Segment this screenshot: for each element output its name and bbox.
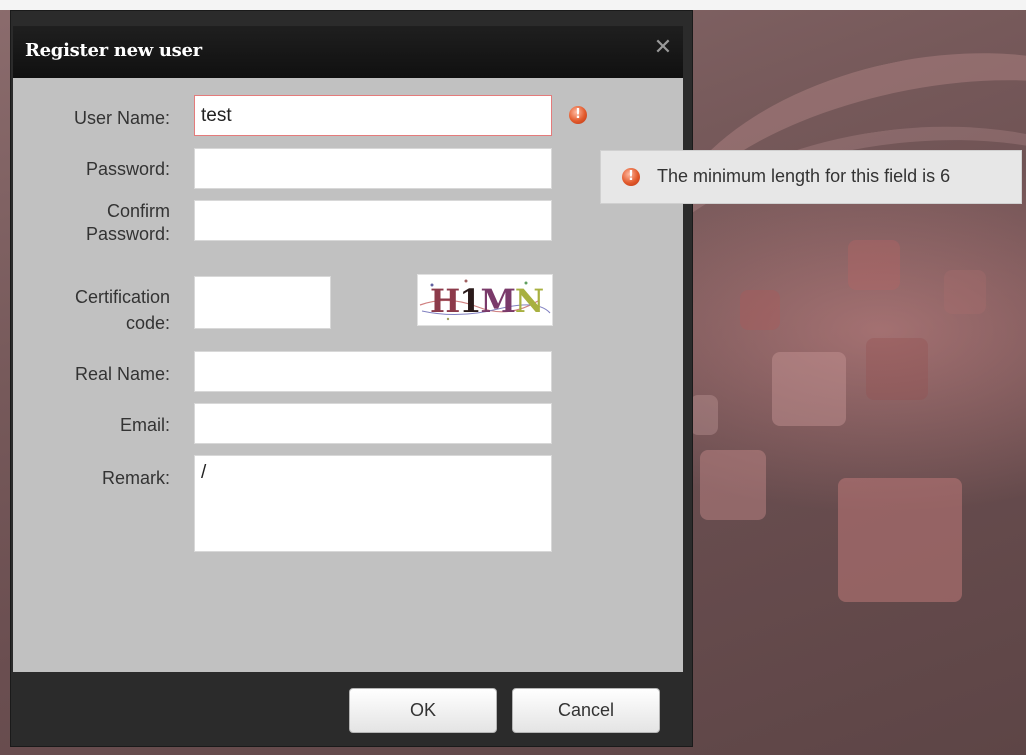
form-panel: User Name: ! Password: Confirm Password:… <box>13 78 683 672</box>
captcha-char: N <box>514 282 544 320</box>
username-label: User Name: <box>73 108 170 128</box>
confirm-password-label-line2: Password: <box>85 224 170 244</box>
captcha-char: M <box>480 282 516 320</box>
background-square <box>848 240 900 290</box>
error-icon: ! <box>569 106 587 124</box>
ok-button[interactable]: OK <box>349 688 497 733</box>
dialog-titlebar[interactable]: Register new user ✕ <box>13 26 683 78</box>
dialog-title: Register new user <box>25 40 202 61</box>
confirm-password-label-line1: Confirm <box>106 201 170 221</box>
close-icon[interactable]: ✕ <box>651 36 675 60</box>
background-square <box>866 338 928 400</box>
validation-message: The minimum length for this field is 6 <box>657 166 951 186</box>
background-square <box>740 290 780 330</box>
captcha-image[interactable]: H1MN <box>417 274 553 326</box>
error-icon: ! <box>622 168 640 186</box>
captcha-char: 1 <box>459 282 481 320</box>
cert-code-label-line2: code: <box>125 313 170 333</box>
email-input[interactable] <box>194 403 552 444</box>
captcha-text: H1MN <box>430 282 544 320</box>
password-label: Password: <box>85 159 170 179</box>
validation-tooltip: ! The minimum length for this field is 6 <box>600 150 1022 204</box>
background-square <box>700 450 766 520</box>
password-input[interactable] <box>194 148 552 189</box>
background-square <box>838 478 962 602</box>
cert-code-label-line1: Certification <box>74 287 170 307</box>
remark-textarea[interactable]: / <box>194 455 552 552</box>
captcha-char: H <box>430 282 460 320</box>
background-square <box>690 395 718 435</box>
background-square <box>772 352 846 426</box>
realname-input[interactable] <box>194 351 552 392</box>
realname-label: Real Name: <box>74 364 170 384</box>
username-input[interactable] <box>194 95 552 136</box>
background-square <box>944 270 986 314</box>
cancel-button[interactable]: Cancel <box>512 688 660 733</box>
top-strip <box>0 0 1026 10</box>
confirm-password-input[interactable] <box>194 200 552 241</box>
remark-label: Remark: <box>101 468 170 488</box>
email-label: Email: <box>119 415 170 435</box>
cert-code-input[interactable] <box>194 276 331 329</box>
